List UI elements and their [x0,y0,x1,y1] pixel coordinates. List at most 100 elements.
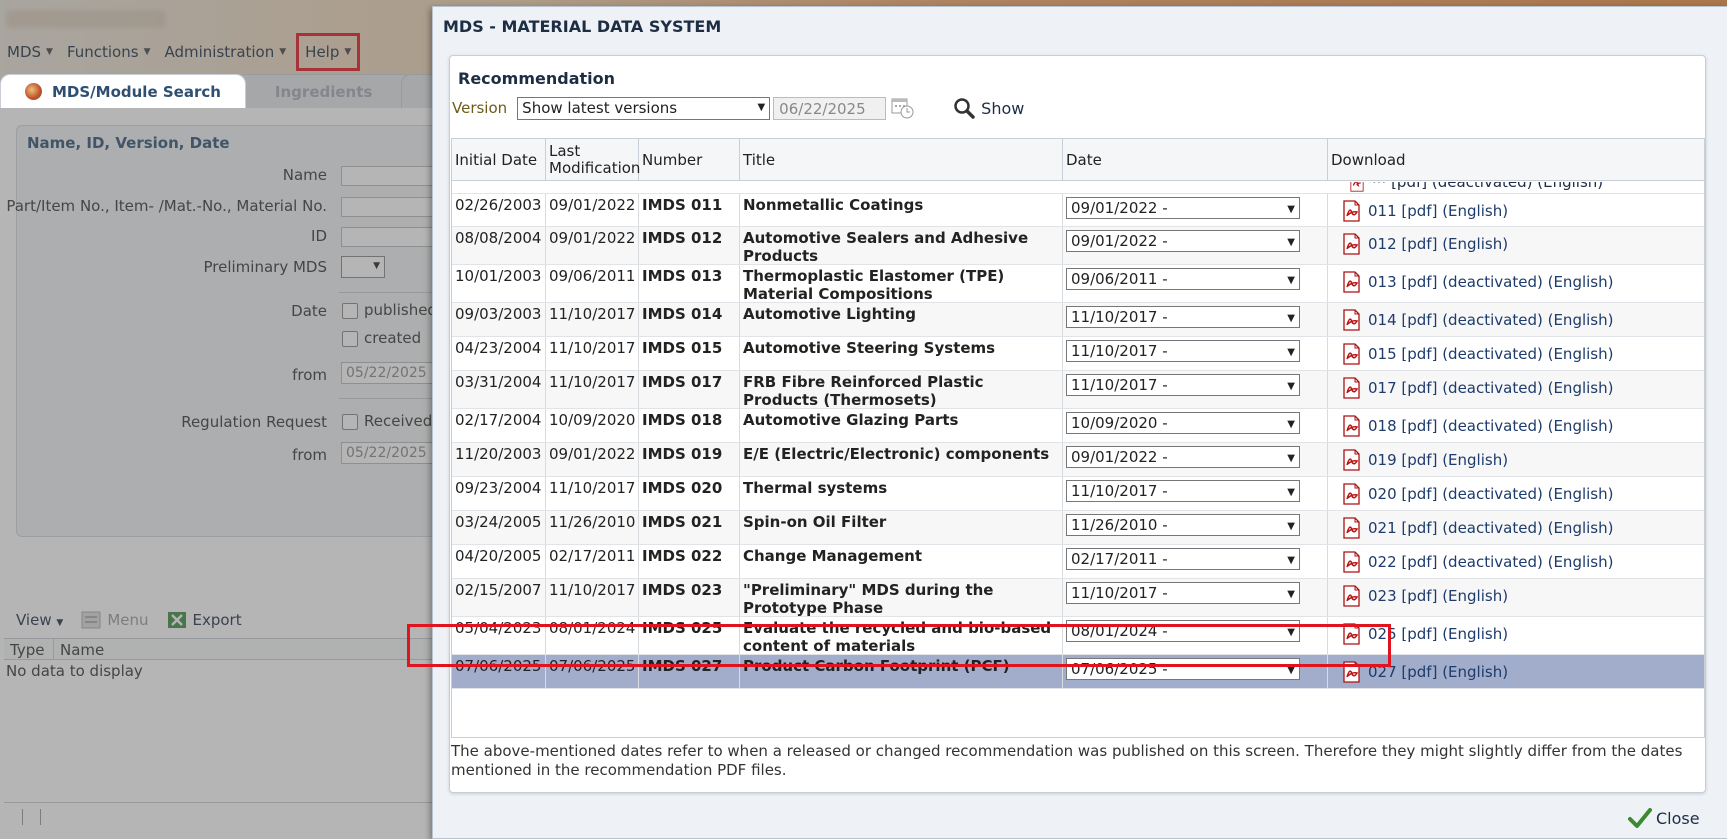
date-select[interactable]: 08/01/2024 - ▼ [1066,620,1300,642]
download-link[interactable]: 011 [pdf] (English) [1341,200,1508,222]
initial-date-cell: 04/23/2004 [452,337,546,370]
number-cell: IMDS 018 [639,409,740,442]
download-link[interactable]: 020 [pdf] (deactivated) (English) [1341,483,1613,505]
download-link[interactable]: 021 [pdf] (deactivated) (English) [1341,517,1613,539]
number-cell: IMDS 012 [639,227,740,264]
date-select[interactable]: 11/10/2017 - ▼ [1066,374,1300,396]
pdf-icon [1343,233,1360,255]
initial-date-cell: 02/26/2003 [452,194,546,226]
date-select[interactable]: 11/10/2017 - ▼ [1066,340,1300,362]
pdf-icon [1343,200,1360,222]
title-cell: Thermal systems [740,477,1063,510]
title-cell: Spin-on Oil Filter [740,511,1063,544]
download-link[interactable]: 018 [pdf] (deactivated) (English) [1341,415,1613,437]
column-download[interactable]: Download [1328,139,1704,181]
pdf-icon [1343,377,1360,399]
download-link[interactable]: 025 [pdf] (English) [1341,623,1508,645]
chevron-down-icon: ▼ [1287,627,1295,638]
table-row[interactable]: 02/17/2004 10/09/2020 IMDS 018 Automotive G… [452,409,1704,443]
download-link[interactable]: 012 [pdf] (English) [1341,233,1508,255]
date-cell: 02/17/2011 - ▼ [1063,545,1328,578]
table-row[interactable]: 04/23/2004 11/10/2017 IMDS 015 Automotive S… [452,337,1704,371]
column-date[interactable]: Date [1063,139,1328,181]
recommendation-panel: Recommendation Version Show latest versi… [449,55,1706,793]
last-modification-cell: 09/01/2022 [546,227,639,264]
column-last-modification[interactable]: Last Modification [546,139,640,181]
pdf-icon [1343,449,1360,471]
table-row[interactable]: 08/08/2004 09/01/2022 IMDS 012 Automotive S… [452,227,1704,265]
download-link[interactable]: 013 [pdf] (deactivated) (English) [1341,271,1613,293]
date-select[interactable]: 09/01/2022 - ▼ [1066,197,1300,219]
initial-date-cell: 05/04/2023 [452,617,546,654]
table-row[interactable]: 09/03/2003 11/10/2017 IMDS 014 Automotive L… [452,303,1704,337]
initial-date-cell: 04/20/2005 [452,545,546,578]
chevron-down-icon: ▼ [1287,487,1295,498]
date-select[interactable]: 11/10/2017 - ▼ [1066,582,1300,604]
table-row[interactable]: 04/20/2005 02/17/2011 IMDS 022 Change Manag… [452,545,1704,579]
download-cell: 012 [pdf] (English) [1328,227,1704,264]
date-select[interactable]: 09/06/2011 - ▼ [1066,268,1300,290]
date-cell: 11/10/2017 - ▼ [1063,303,1328,336]
date-cell: 09/01/2022 - ▼ [1063,227,1328,264]
table-row[interactable]: 10/01/2003 09/06/2011 IMDS 013 Thermoplasti… [452,265,1704,303]
tab-mds-module-search[interactable]: MDS/Module Search [0,74,246,108]
pdf-icon [1343,585,1360,607]
table-row[interactable]: 09/23/2004 11/10/2017 IMDS 020 Thermal syst… [452,477,1704,511]
date-select[interactable]: 02/17/2011 - ▼ [1066,548,1300,570]
column-initial-date[interactable]: Initial Date [452,139,546,181]
date-select[interactable]: 11/26/2010 - ▼ [1066,514,1300,536]
date-select[interactable]: 07/06/2025 - ▼ [1066,658,1300,680]
version-select[interactable]: Show latest versions ▼ [517,96,771,120]
pdf-icon [1343,623,1360,645]
download-link[interactable]: 014 [pdf] (deactivated) (English) [1341,309,1613,331]
show-button[interactable]: Show [953,97,1024,119]
table-row[interactable]: 03/31/2004 11/10/2017 IMDS 017 FRB Fibre Re… [452,371,1704,409]
title-cell: Automotive Sealers and Adhesive Products [740,227,1063,264]
table-row[interactable]: 07/06/2025 07/06/2025 IMDS 027 Product Carb… [452,655,1704,689]
table-row[interactable]: 05/04/2023 08/01/2024 IMDS 025 Evaluate the… [452,617,1704,655]
download-cell: 025 [pdf] (English) [1328,617,1704,654]
table-row[interactable]: 11/20/2003 09/01/2022 IMDS 019 E/E (Electri… [452,443,1704,477]
date-select[interactable]: 09/01/2022 - ▼ [1066,230,1300,252]
last-modification-cell: 09/01/2022 [546,443,639,476]
column-number[interactable]: Number [639,139,740,181]
date-cell: 11/10/2017 - ▼ [1063,579,1328,616]
date-select[interactable]: 10/09/2020 - ▼ [1066,412,1300,434]
last-modification-cell: 11/10/2017 [546,579,639,616]
download-link[interactable]: 017 [pdf] (deactivated) (English) [1341,377,1613,399]
pdf-icon [1343,415,1360,437]
number-cell: IMDS 023 [639,579,740,616]
title-cell: "Preliminary" MDS during the Prototype P… [740,579,1063,616]
download-link[interactable]: 027 [pdf] (English) [1341,661,1508,683]
download-cell: 015 [pdf] (deactivated) (English) [1328,337,1704,370]
download-link[interactable]: 023 [pdf] (English) [1341,585,1508,607]
table-row[interactable]: 03/24/2005 11/26/2010 IMDS 021 Spin-on Oil … [452,511,1704,545]
chevron-down-icon: ▼ [1287,204,1295,215]
last-modification-cell: 11/26/2010 [546,511,639,544]
table-row[interactable]: 02/15/2007 11/10/2017 IMDS 023 "Preliminary… [452,579,1704,617]
download-link[interactable]: 019 [pdf] (English) [1341,449,1508,471]
column-title[interactable]: Title [740,139,1063,181]
date-select[interactable]: 09/01/2022 - ▼ [1066,446,1300,468]
date-select[interactable]: 11/10/2017 - ▼ [1066,306,1300,328]
last-modification-cell: 11/10/2017 [546,303,639,336]
download-link[interactable]: 022 [pdf] (deactivated) (English) [1341,551,1613,573]
date-select[interactable]: 11/10/2017 - ▼ [1066,480,1300,502]
date-cell: 11/10/2017 - ▼ [1063,371,1328,408]
pdf-icon [1343,309,1360,331]
table-row[interactable]: 02/26/2003 09/01/2022 IMDS 011 Nonmetallic … [452,194,1704,227]
calendar-clock-icon[interactable] [890,96,916,120]
number-cell: IMDS 019 [639,443,740,476]
download-link[interactable]: 015 [pdf] (deactivated) (English) [1341,343,1613,365]
chevron-down-icon: ▼ [1287,521,1295,532]
dialog-title: MDS - MATERIAL DATA SYSTEM [443,17,722,36]
version-date-input[interactable]: 06/22/2025 [773,96,887,120]
close-button[interactable]: Close [1628,807,1700,829]
title-cell: Automotive Lighting [740,303,1063,336]
chevron-down-icon: ▼ [757,101,766,113]
pdf-icon [1343,483,1360,505]
number-cell: IMDS 025 [639,617,740,654]
version-label: Version [452,99,508,117]
download-cell: 017 [pdf] (deactivated) (English) [1328,371,1704,408]
download-link[interactable]: ··· [pdf] (deactivated) (English) [1372,182,1603,191]
